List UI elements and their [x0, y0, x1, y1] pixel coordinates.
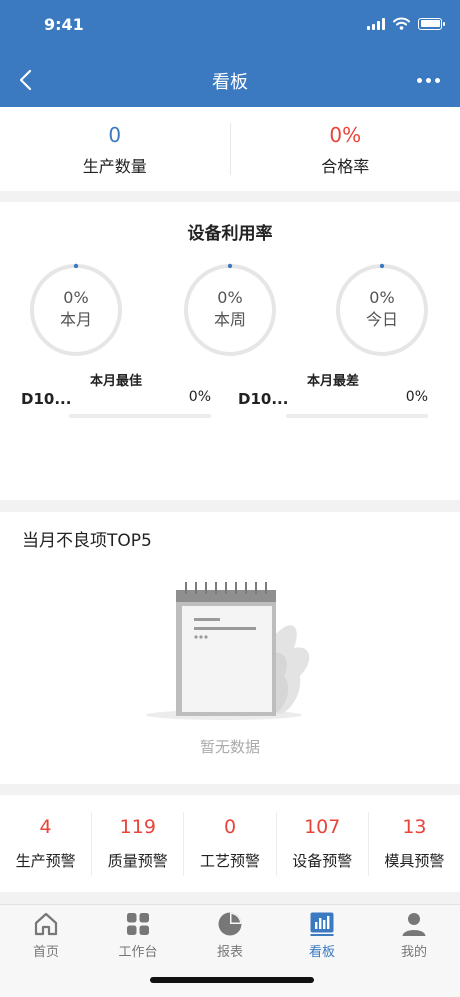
status-time: 9:41	[44, 15, 84, 34]
tab-profile[interactable]: 我的	[368, 905, 460, 997]
battery-icon	[418, 17, 445, 30]
tab-label: 首页	[32, 945, 59, 960]
alert-value: 119	[119, 816, 156, 838]
alert-production[interactable]: 4 生产预警	[0, 816, 91, 871]
alert-process[interactable]: 0 工艺预警	[184, 816, 275, 871]
grid-icon	[127, 913, 149, 935]
gauge-percent: 0%	[63, 288, 89, 307]
signal-icon	[367, 17, 385, 30]
gauge-label: 本周	[213, 310, 246, 329]
production-count-value: 0	[108, 123, 122, 147]
gauge-month[interactable]: 0% 本月	[28, 262, 124, 358]
worst-progress-bar	[286, 414, 428, 418]
alert-label: 质量预警	[107, 852, 168, 870]
best-progress-bar	[69, 414, 211, 418]
tab-reports[interactable]: 报表	[184, 905, 276, 997]
home-indicator	[150, 977, 314, 983]
alert-mold[interactable]: 13 模具预警	[369, 816, 460, 871]
person-icon	[402, 913, 426, 936]
home-icon	[34, 912, 58, 936]
worst-equipment-name: D10...	[238, 390, 289, 408]
defects-top5-card: 当月不良项TOP5 暂无数据	[0, 512, 460, 784]
wifi-icon	[393, 17, 410, 30]
alert-label: 工艺预警	[200, 852, 261, 870]
worst-equipment-percent: 0%	[405, 389, 428, 405]
pass-rate-label: 合格率	[321, 157, 370, 176]
tab-label: 看板	[308, 945, 335, 960]
alerts-card: 4 生产预警 119 质量预警 0 工艺预警 107 设备预警 13 模具预警	[0, 795, 460, 892]
production-count-stat[interactable]: 0 生产数量	[0, 121, 230, 177]
alert-value: 13	[402, 816, 427, 838]
equipment-utilization-card: 设备利用率 0% 本月 0% 本周 0% 今日 本月最佳 D10... 0% 本…	[0, 202, 460, 500]
gauge-week[interactable]: 0% 本周	[182, 262, 278, 358]
bottom-tab-bar: 首页 工作台 报表 看板 我的	[0, 904, 460, 997]
tab-label: 我的	[400, 945, 427, 960]
more-icon[interactable]	[417, 78, 440, 83]
gauge-label: 本月	[59, 310, 92, 329]
best-equipment-percent: 0%	[188, 389, 211, 405]
pass-rate-value: 0%	[329, 123, 362, 147]
empty-notepad-icon	[146, 582, 310, 720]
production-summary-card: 0 生产数量 0% 合格率	[0, 107, 460, 191]
tab-workbench[interactable]: 工作台	[92, 905, 184, 997]
best-equipment[interactable]: 本月最佳 D10... 0%	[21, 370, 231, 420]
gauge-percent: 0%	[217, 288, 243, 307]
alert-value: 0	[223, 816, 237, 838]
pie-chart-icon	[218, 912, 242, 936]
page-title: 看板	[212, 72, 248, 93]
gauge-label: 今日	[365, 310, 398, 329]
best-title: 本月最佳	[89, 374, 142, 389]
alert-label: 模具预警	[384, 852, 445, 870]
tab-home[interactable]: 首页	[0, 905, 92, 997]
status-icons	[367, 17, 445, 30]
bar-chart-icon	[310, 912, 334, 936]
alert-value: 4	[39, 816, 52, 838]
worst-title: 本月最差	[306, 374, 359, 389]
worst-equipment[interactable]: 本月最差 D10... 0%	[238, 370, 448, 420]
app-header: 9:41 看板	[0, 0, 460, 107]
alert-quality[interactable]: 119 质量预警	[92, 816, 183, 871]
production-count-label: 生产数量	[82, 157, 147, 176]
gauge-today[interactable]: 0% 今日	[334, 262, 430, 358]
defects-title: 当月不良项TOP5	[22, 531, 152, 551]
alert-equipment[interactable]: 107 设备预警	[277, 816, 368, 871]
alert-label: 生产预警	[15, 852, 76, 870]
empty-state-text: 暂无数据	[199, 738, 260, 756]
best-equipment-name: D10...	[21, 390, 72, 408]
utilization-title: 设备利用率	[187, 224, 273, 244]
tab-label: 报表	[216, 945, 243, 960]
pass-rate-stat[interactable]: 0% 合格率	[231, 121, 460, 177]
alert-label: 设备预警	[292, 852, 353, 870]
tab-dashboard[interactable]: 看板	[276, 905, 368, 997]
alert-value: 107	[304, 816, 341, 838]
tab-label: 工作台	[118, 945, 158, 960]
gauge-percent: 0%	[369, 288, 395, 307]
